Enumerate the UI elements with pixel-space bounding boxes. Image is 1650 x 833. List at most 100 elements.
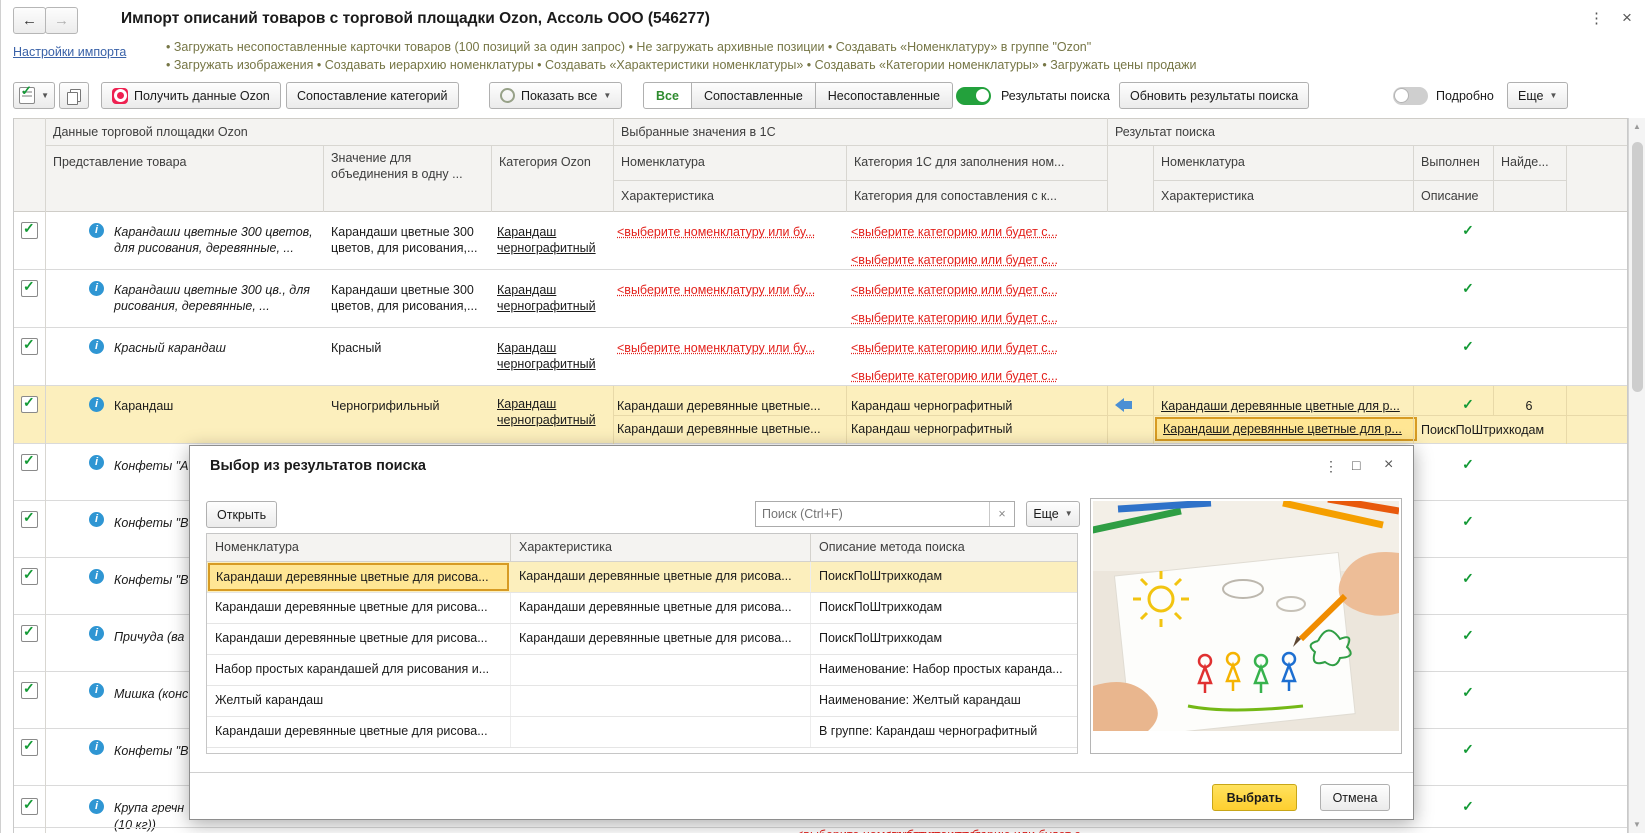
import-settings-link[interactable]: Настройки импорта [13,45,126,59]
group-header-result: Результат поиска [1115,125,1215,139]
search-method: ПоискПоШтрихкодам [1421,422,1611,438]
search-results-dialog: Выбор из результатов поиска ⋮ □ × Открыт… [189,445,1414,820]
row-checkbox[interactable]: ✓ [21,798,38,815]
table-row[interactable]: ✓ i Карандаши цветные 300 цветов, для ри… [13,212,1628,270]
detail-toggle[interactable] [1393,87,1428,105]
row-checkbox[interactable]: ✓ [21,682,38,699]
result-row-selected[interactable]: Карандаши деревянные цветные для рисова.… [207,562,1077,593]
dialog-close-icon[interactable]: × [1384,457,1393,473]
open-label: Открыть [217,508,266,522]
result-characteristic-cell[interactable]: Карандаши деревянные цветные для р... [1155,417,1417,441]
info-icon[interactable]: i [89,683,104,698]
ozon-category-link: Карандаш чернографитный [497,282,609,314]
row-checkbox[interactable]: ✓ [21,511,38,528]
col-characteristic[interactable]: Характеристика [511,534,811,561]
col-header-category-match[interactable]: Категория для сопоставления с к... [854,189,1057,203]
info-icon[interactable]: i [89,281,104,296]
copy-button[interactable] [59,82,89,109]
info-icon[interactable]: i [89,626,104,641]
table-row-selected[interactable]: ✓ i Карандаш Черногрифильный Карандаш че… [13,386,1628,444]
row-checkbox[interactable]: ✓ [21,454,38,471]
category-placeholder-1: <выберите категорию или будет с... [851,224,1101,240]
window-close-icon[interactable]: × [1622,9,1632,26]
col-header-characteristic-1c[interactable]: Характеристика [621,189,714,203]
apply-result-arrow-icon[interactable] [1115,398,1132,412]
choose-button[interactable]: Выбрать [1212,784,1297,811]
forward-button[interactable]: → [45,7,78,34]
done-check-icon: ✓ [1438,338,1498,355]
info-icon[interactable]: i [89,799,104,814]
filter-unmatched-button[interactable]: Несопоставленные [815,82,953,109]
dialog-more-button[interactable]: Еще ▼ [1026,501,1080,527]
col-header-result-characteristic[interactable]: Характеристика [1161,189,1254,203]
done-check-icon: ✓ [1438,280,1498,297]
ring-icon [500,88,515,103]
col-method[interactable]: Описание метода поиска [811,534,1077,561]
info-icon[interactable]: i [89,397,104,412]
clear-search-icon[interactable]: × [989,502,1014,526]
map-categories-button[interactable]: Сопоставление категорий [286,82,459,109]
result-row[interactable]: Желтый карандаш Наименование: Желтый кар… [207,686,1077,717]
back-button[interactable]: ← [13,7,46,34]
product-name: Красный карандаш [114,340,319,356]
col-header-product[interactable]: Представление товара [53,155,187,169]
row-checkbox[interactable]: ✓ [21,625,38,642]
show-all-button[interactable]: Показать все ▼ [489,82,622,109]
result-row[interactable]: Карандаши деревянные цветные для рисова.… [207,624,1077,655]
cancel-button[interactable]: Отмена [1320,784,1390,811]
nomenclature-placeholder: <выберите номенклатуру или бу... [617,282,842,298]
merge-value: Черногрифильный [331,398,483,414]
dialog-search-field: × [755,501,1015,527]
search-input[interactable] [756,502,988,526]
back-icon: ← [22,12,37,29]
scrollbar-thumb[interactable] [1632,142,1643,392]
col-header-nomenclature-1c[interactable]: Номенклатура [621,155,705,169]
row-checkbox[interactable]: ✓ [21,338,38,355]
filter-matched-button[interactable]: Сопоставленные [691,82,816,109]
result-row[interactable]: Карандаши деревянные цветные для рисова.… [207,717,1077,748]
dialog-maximize-icon[interactable]: □ [1352,458,1360,472]
col-header-ozon-category[interactable]: Категория Ozon [499,155,591,169]
col-header-done[interactable]: Выполнен [1421,155,1480,169]
more-button[interactable]: Еще ▼ [1507,82,1568,109]
info-icon[interactable]: i [89,569,104,584]
col-header-description[interactable]: Описание [1421,189,1479,203]
get-ozon-data-button[interactable]: Получить данные Ozon [101,82,281,109]
row-checkbox[interactable]: ✓ [21,396,38,413]
dialog-more-icon[interactable]: ⋮ [1324,459,1338,473]
open-button[interactable]: Открыть [206,501,277,528]
row-checkbox[interactable]: ✓ [21,280,38,297]
info-icon[interactable]: i [89,455,104,470]
category-match-value: Карандаш чернографитный [851,421,1101,437]
refresh-results-button[interactable]: Обновить результаты поиска [1119,82,1309,109]
window-more-icon[interactable]: ⋮ [1589,11,1604,26]
preview-photo [1093,501,1399,731]
col-nomenclature[interactable]: Номенклатура [207,534,511,561]
info-icon[interactable]: i [89,223,104,238]
col-header-category-fill[interactable]: Категория 1С для заполнения ном... [854,155,1064,169]
settings-summary-line2: • Загружать изображения • Создавать иера… [166,58,1197,72]
scroll-up-icon[interactable]: ▲ [1633,122,1641,131]
row-checkbox[interactable]: ✓ [21,739,38,756]
col-header-merge[interactable]: Значение для объединения в одну ... [331,150,481,182]
result-nomenclature-link: Карандаши деревянные цветные для р... [1161,398,1409,414]
result-row[interactable]: Карандаши деревянные цветные для рисова.… [207,593,1077,624]
scroll-down-icon[interactable]: ▼ [1633,820,1641,829]
table-row[interactable]: ✓ i Карандаши цветные 300 цв., для рисов… [13,270,1628,328]
results-table: Номенклатура Характеристика Описание мет… [206,533,1078,754]
table-row[interactable]: ✓ i Красный карандаш Красный Карандаш че… [13,328,1628,386]
copy-icon [67,89,81,103]
result-row[interactable]: Набор простых карандашей для рисования и… [207,655,1077,686]
row-checkbox[interactable]: ✓ [21,568,38,585]
search-results-toggle[interactable] [956,87,991,105]
col-header-found[interactable]: Найде... [1501,155,1549,169]
app-window: ← → Импорт описаний товаров с торговой п… [0,0,1650,833]
check-all-menu-button[interactable]: ✓ ▼ [13,82,55,109]
col-header-result-nomenclature[interactable]: Номенклатура [1161,155,1245,169]
vertical-scrollbar[interactable]: ▲ ▼ [1628,118,1645,833]
filter-all-button[interactable]: Все [643,82,692,109]
info-icon[interactable]: i [89,512,104,527]
info-icon[interactable]: i [89,740,104,755]
row-checkbox[interactable]: ✓ [21,222,38,239]
info-icon[interactable]: i [89,339,104,354]
